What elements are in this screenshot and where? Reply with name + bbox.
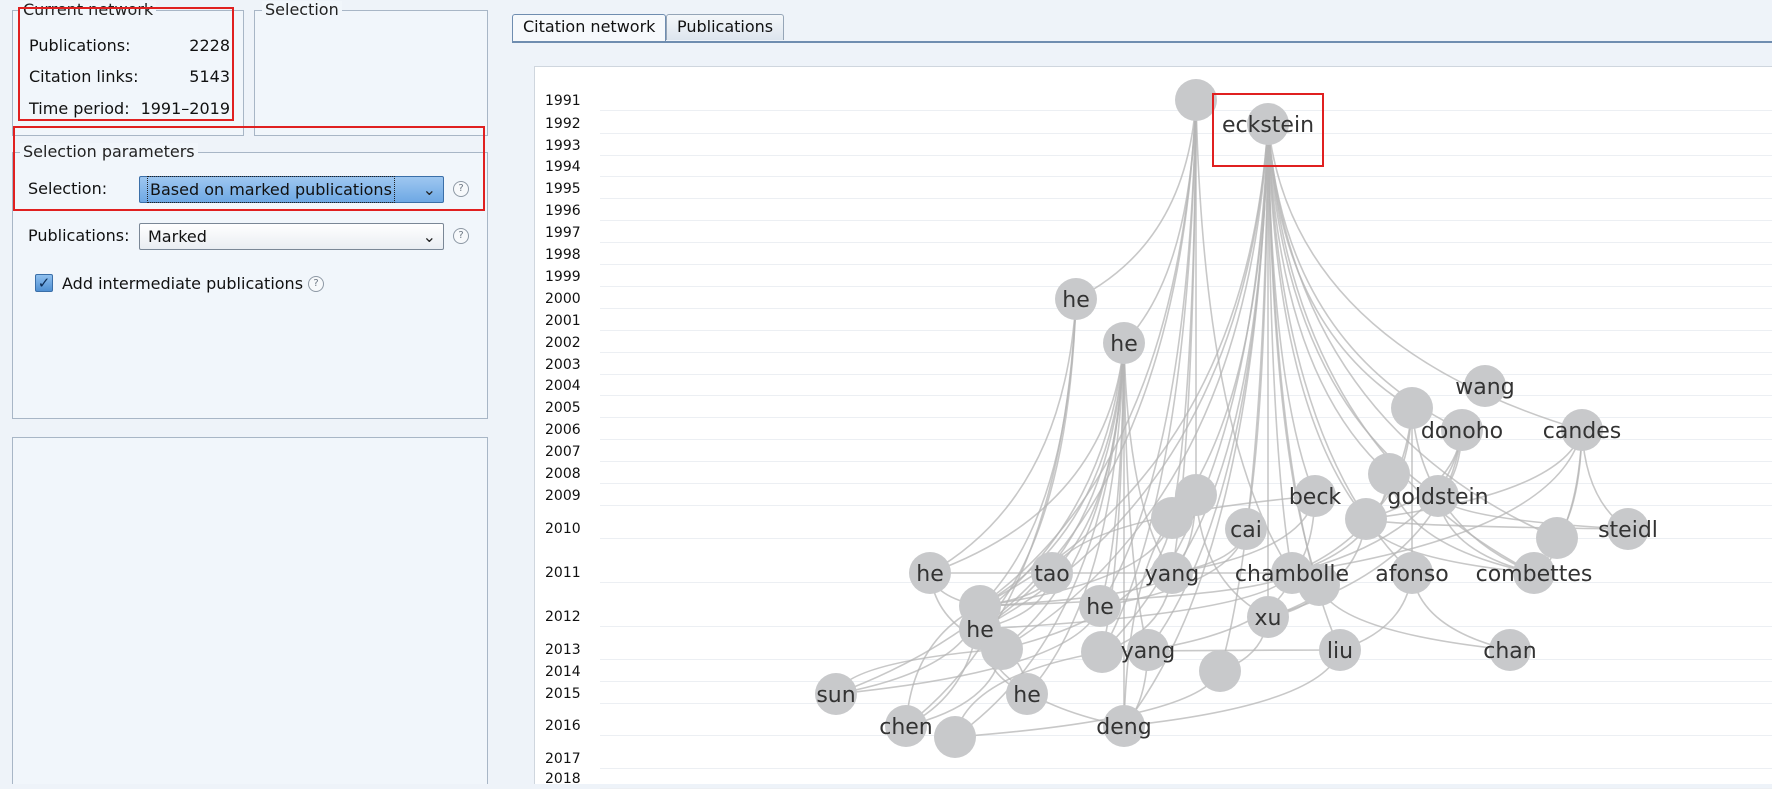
publication-node-label: chen	[879, 715, 933, 740]
citation-link	[1267, 123, 1583, 431]
publication-node-label: he	[1086, 595, 1113, 620]
publication-node-label: tao	[1034, 562, 1070, 587]
publication-node-label: yang	[1145, 562, 1199, 587]
publication-node[interactable]	[1175, 79, 1217, 121]
publication-node-label: he	[916, 562, 943, 587]
publication-node-label: goldstein	[1387, 485, 1488, 510]
publication-node[interactable]	[1345, 498, 1387, 540]
publication-node[interactable]	[1151, 497, 1193, 539]
publication-node-label: wang	[1455, 375, 1514, 400]
publication-node-label: chan	[1483, 639, 1536, 664]
publication-node-label: he	[1062, 288, 1089, 313]
publication-node-label: eckstein	[1222, 113, 1314, 138]
publication-node[interactable]	[1081, 631, 1123, 673]
publication-node[interactable]	[1199, 650, 1241, 692]
publication-node-label: donoho	[1421, 419, 1503, 444]
publication-node-label: he	[1110, 332, 1137, 357]
publication-node-label: yang	[1121, 639, 1175, 664]
publication-node-label: deng	[1096, 715, 1151, 740]
publication-node-label: chambolle	[1235, 562, 1349, 587]
citation-link	[1123, 517, 1173, 727]
publication-node[interactable]	[934, 716, 976, 758]
citation-network-graph[interactable]: ecksteinhehewangdonoho candesbeck goldstei…	[0, 0, 1772, 783]
publication-node-label: beck	[1289, 485, 1342, 510]
publication-node-label: liu	[1327, 639, 1353, 664]
publication-node-label: he	[966, 618, 993, 643]
publication-node-label: combettes	[1476, 562, 1593, 587]
publication-node-label: cai	[1230, 518, 1262, 543]
publication-node-label: steidl	[1598, 518, 1658, 543]
citation-link	[1267, 123, 1463, 431]
publication-node[interactable]	[1536, 517, 1578, 559]
publication-node-label: afonso	[1375, 562, 1449, 587]
citation-link	[1267, 123, 1367, 520]
citation-link	[1365, 518, 1629, 530]
publication-node-label: xu	[1255, 606, 1282, 631]
publication-node-label: he	[1013, 683, 1040, 708]
publication-node-label: candes	[1543, 419, 1621, 444]
citation-link	[929, 298, 1077, 574]
publication-node-label: sun	[816, 683, 855, 708]
